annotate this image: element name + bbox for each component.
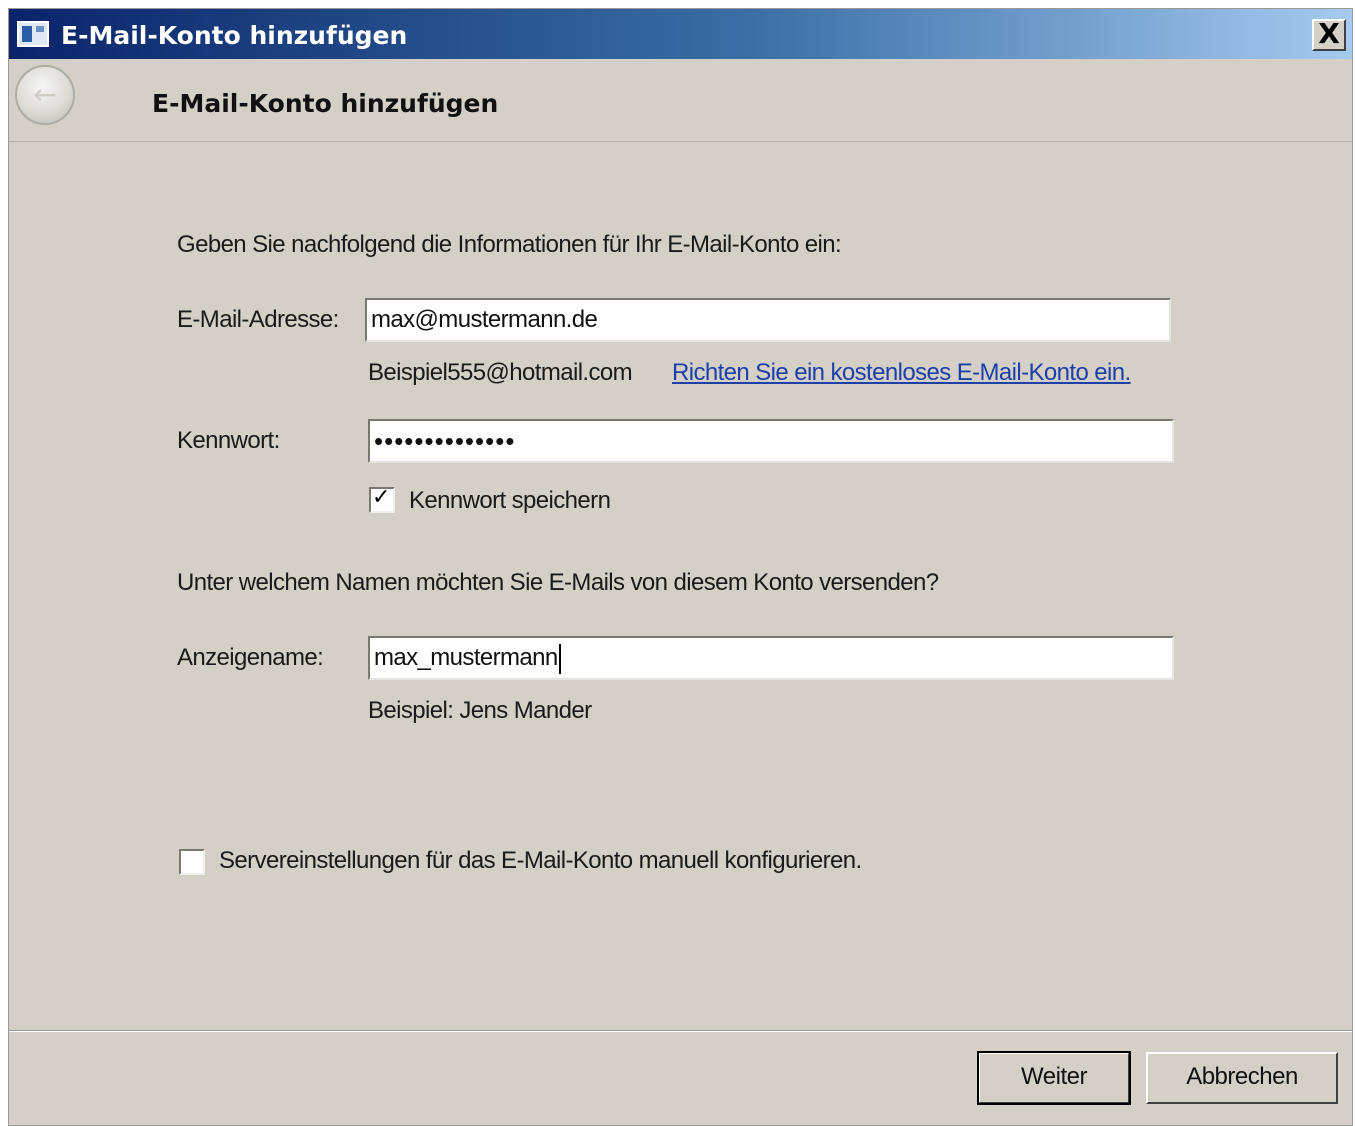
close-button[interactable]: X: [1312, 19, 1346, 51]
footer-divider: [9, 1030, 1352, 1032]
intro-text: Geben Sie nachfolgend die Informationen …: [177, 231, 842, 258]
display-name-label: Anzeigename:: [177, 644, 324, 671]
dialog-header: ← E-Mail-Konto hinzufügen: [9, 59, 1352, 142]
save-password-label: Kennwort speichern: [409, 487, 611, 514]
check-mark-icon: ✓: [372, 485, 391, 510]
create-free-account-link[interactable]: Richten Sie ein kostenloses E-Mail-Konto…: [672, 359, 1131, 387]
window-title: E-Mail-Konto hinzufügen: [61, 21, 408, 50]
cancel-button[interactable]: Abbrechen: [1146, 1052, 1338, 1104]
email-example: Beispiel555@hotmail.com: [368, 359, 633, 386]
display-name-input[interactable]: max_mustermann: [368, 636, 1174, 680]
title-bar[interactable]: E-Mail-Konto hinzufügen X: [9, 9, 1352, 59]
email-input[interactable]: max@mustermann.de: [365, 298, 1171, 342]
back-button[interactable]: ←: [15, 65, 75, 125]
save-password-checkbox[interactable]: ✓: [369, 485, 395, 513]
manual-config-checkbox[interactable]: [179, 849, 205, 875]
manual-config-label: Servereinstellungen für das E-Mail-Konto…: [219, 847, 862, 874]
password-label: Kennwort:: [177, 427, 280, 454]
page-title: E-Mail-Konto hinzufügen: [152, 89, 499, 118]
display-name-question: Unter welchem Namen möchten Sie E-Mails …: [177, 569, 939, 596]
display-name-example: Beispiel: Jens Mander: [368, 697, 592, 724]
back-arrow-icon: ←: [33, 78, 57, 111]
email-label: E-Mail-Adresse:: [177, 306, 339, 333]
password-input[interactable]: ••••••••••••••: [368, 419, 1174, 463]
text-caret: [558, 643, 561, 674]
display-name-value: max_mustermann: [374, 644, 558, 671]
app-window-icon: [17, 21, 49, 47]
next-button[interactable]: Weiter: [977, 1051, 1131, 1105]
add-email-account-dialog: E-Mail-Konto hinzufügen X ← E-Mail-Konto…: [8, 8, 1353, 1126]
